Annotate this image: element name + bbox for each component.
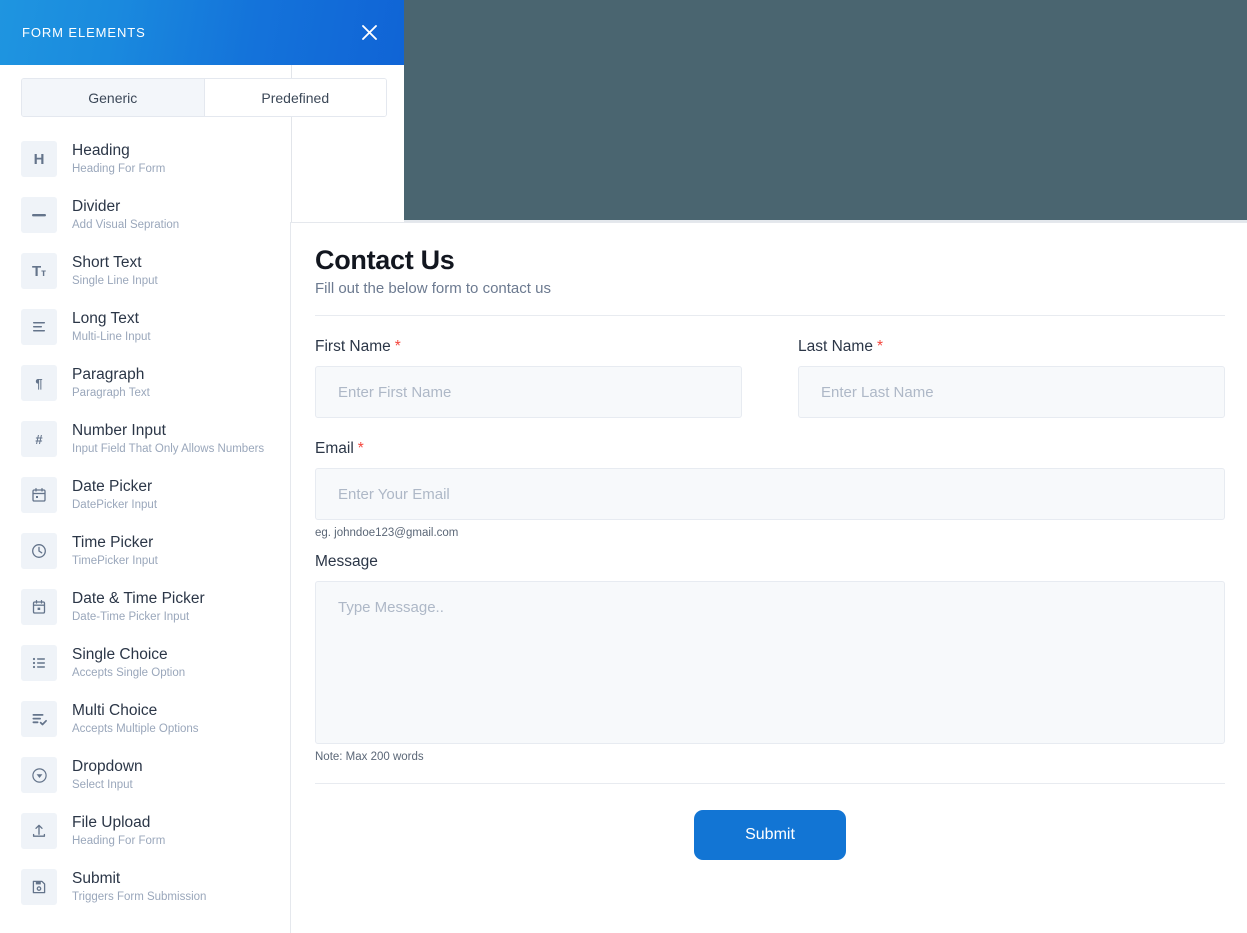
element-title: Multi Choice	[72, 701, 158, 719]
email-hint: eg. johndoe123@gmail.com	[315, 527, 459, 539]
tab-predefined[interactable]: Predefined	[203, 79, 386, 116]
first-name-input[interactable]: Enter First Name	[315, 366, 742, 418]
element-title: Divider	[72, 197, 121, 215]
panel-tabs: Generic Predefined	[21, 78, 387, 117]
required-marker: *	[357, 440, 364, 457]
element-item-submit[interactable]: Submit Triggers Form Submission	[0, 859, 292, 915]
submit-row: Submit	[315, 810, 1225, 860]
element-title: File Upload	[72, 813, 151, 831]
page-backdrop	[404, 0, 1247, 220]
element-desc: Accepts Single Option	[72, 666, 186, 679]
calendar-clock-icon	[21, 589, 57, 625]
element-title: Time Picker	[72, 533, 154, 551]
element-desc: Heading For Form	[72, 834, 166, 847]
message-hint: Note: Max 200 words	[315, 751, 424, 763]
element-item-short-text[interactable]: Tт Short Text Single Line Input	[0, 243, 292, 299]
tab-generic[interactable]: Generic	[22, 79, 204, 116]
element-desc: Paragraph Text	[72, 386, 150, 399]
number-icon: #	[21, 421, 57, 457]
element-desc: Date-Time Picker Input	[72, 610, 190, 623]
element-item-file-upload[interactable]: File Upload Heading For Form	[0, 803, 292, 859]
last-name-field-group: Last Name * Enter Last Name	[798, 338, 1225, 418]
element-desc: Add Visual Sepration	[72, 218, 180, 231]
header-divider	[315, 315, 1225, 316]
element-title: Number Input	[72, 421, 166, 439]
required-marker: *	[876, 338, 883, 355]
element-desc: DatePicker Input	[72, 498, 158, 511]
last-name-label-text: Last Name	[798, 338, 873, 355]
list-check-icon	[21, 701, 57, 737]
message-label: Message	[315, 553, 378, 570]
footer-divider	[315, 783, 1225, 784]
clock-icon	[21, 533, 57, 569]
divider-icon	[21, 197, 57, 233]
form-elements-list: H Heading Heading For Form Divider Add V…	[0, 131, 292, 915]
element-item-heading[interactable]: H Heading Heading For Form	[0, 131, 292, 187]
heading-icon: H	[21, 141, 57, 177]
element-item-dropdown[interactable]: Dropdown Select Input	[0, 747, 292, 803]
email-label-text: Email	[315, 440, 354, 457]
message-textarea[interactable]: Type Message..	[315, 581, 1225, 744]
app-root: FORM ELEMENTS Generic Predefined H Headi…	[0, 0, 1247, 933]
email-row: Email * Enter Your Email eg. johndoe123@g…	[315, 440, 1225, 539]
email-input[interactable]: Enter Your Email	[315, 468, 1225, 520]
save-icon	[21, 869, 57, 905]
contact-form-panel: Contact Us Fill out the below form to co…	[290, 222, 1247, 933]
element-item-date-picker[interactable]: Date Picker DatePicker Input	[0, 467, 292, 523]
email-field-group: Email * Enter Your Email eg. johndoe123@g…	[315, 440, 1225, 539]
element-desc: Select Input	[72, 778, 133, 791]
element-desc: Accepts Multiple Options	[72, 722, 199, 735]
element-title: Short Text	[72, 253, 142, 271]
list-icon	[21, 645, 57, 681]
first-name-field-group: First Name * Enter First Name	[315, 338, 742, 418]
panel-title: FORM ELEMENTS	[22, 25, 146, 40]
element-desc: TimePicker Input	[72, 554, 158, 567]
calendar-icon	[21, 477, 57, 513]
page-title: Contact Us	[315, 245, 455, 275]
element-desc: Single Line Input	[72, 274, 158, 287]
element-desc: Input Field That Only Allows Numbers	[72, 442, 265, 455]
element-title: Date & Time Picker	[72, 589, 205, 607]
element-title: Heading	[72, 141, 130, 159]
upload-icon	[21, 813, 57, 849]
element-title: Paragraph	[72, 365, 145, 383]
paragraph-icon: ¶	[21, 365, 57, 401]
short-text-icon: Tт	[21, 253, 57, 289]
last-name-input[interactable]: Enter Last Name	[798, 366, 1225, 418]
page-subtitle: Fill out the below form to contact us	[315, 280, 551, 297]
first-name-label: First Name *	[315, 338, 742, 356]
element-item-time-picker[interactable]: Time Picker TimePicker Input	[0, 523, 292, 579]
email-label: Email *	[315, 440, 1225, 458]
element-title: Date Picker	[72, 477, 153, 495]
element-title: Dropdown	[72, 757, 143, 775]
required-marker: *	[394, 338, 401, 355]
element-item-divider[interactable]: Divider Add Visual Sepration	[0, 187, 292, 243]
element-item-single-choice[interactable]: Single Choice Accepts Single Option	[0, 635, 292, 691]
element-item-number-input[interactable]: # Number Input Input Field That Only All…	[0, 411, 292, 467]
element-item-long-text[interactable]: Long Text Multi-Line Input	[0, 299, 292, 355]
element-item-multi-choice[interactable]: Multi Choice Accepts Multiple Options	[0, 691, 292, 747]
last-name-label: Last Name *	[798, 338, 1225, 356]
chevron-down-circle-icon	[21, 757, 57, 793]
element-title: Submit	[72, 869, 121, 887]
name-row: First Name * Enter First Name Last Name * …	[315, 338, 1225, 418]
element-title: Long Text	[72, 309, 139, 327]
element-title: Single Choice	[72, 645, 168, 663]
message-row: Message Type Message.. Note: Max 200 wor…	[315, 553, 1225, 763]
close-icon[interactable]	[356, 20, 382, 46]
element-desc: Triggers Form Submission	[72, 890, 207, 903]
message-field-group: Message Type Message.. Note: Max 200 wor…	[315, 553, 1225, 763]
first-name-label-text: First Name	[315, 338, 391, 355]
submit-button[interactable]: Submit	[694, 810, 846, 860]
long-text-icon	[21, 309, 57, 345]
element-item-paragraph[interactable]: ¶ Paragraph Paragraph Text	[0, 355, 292, 411]
element-item-date-time-picker[interactable]: Date & Time Picker Date-Time Picker Inpu…	[0, 579, 292, 635]
panel-header: FORM ELEMENTS	[0, 0, 404, 65]
element-desc: Multi-Line Input	[72, 330, 151, 343]
element-desc: Heading For Form	[72, 162, 166, 175]
